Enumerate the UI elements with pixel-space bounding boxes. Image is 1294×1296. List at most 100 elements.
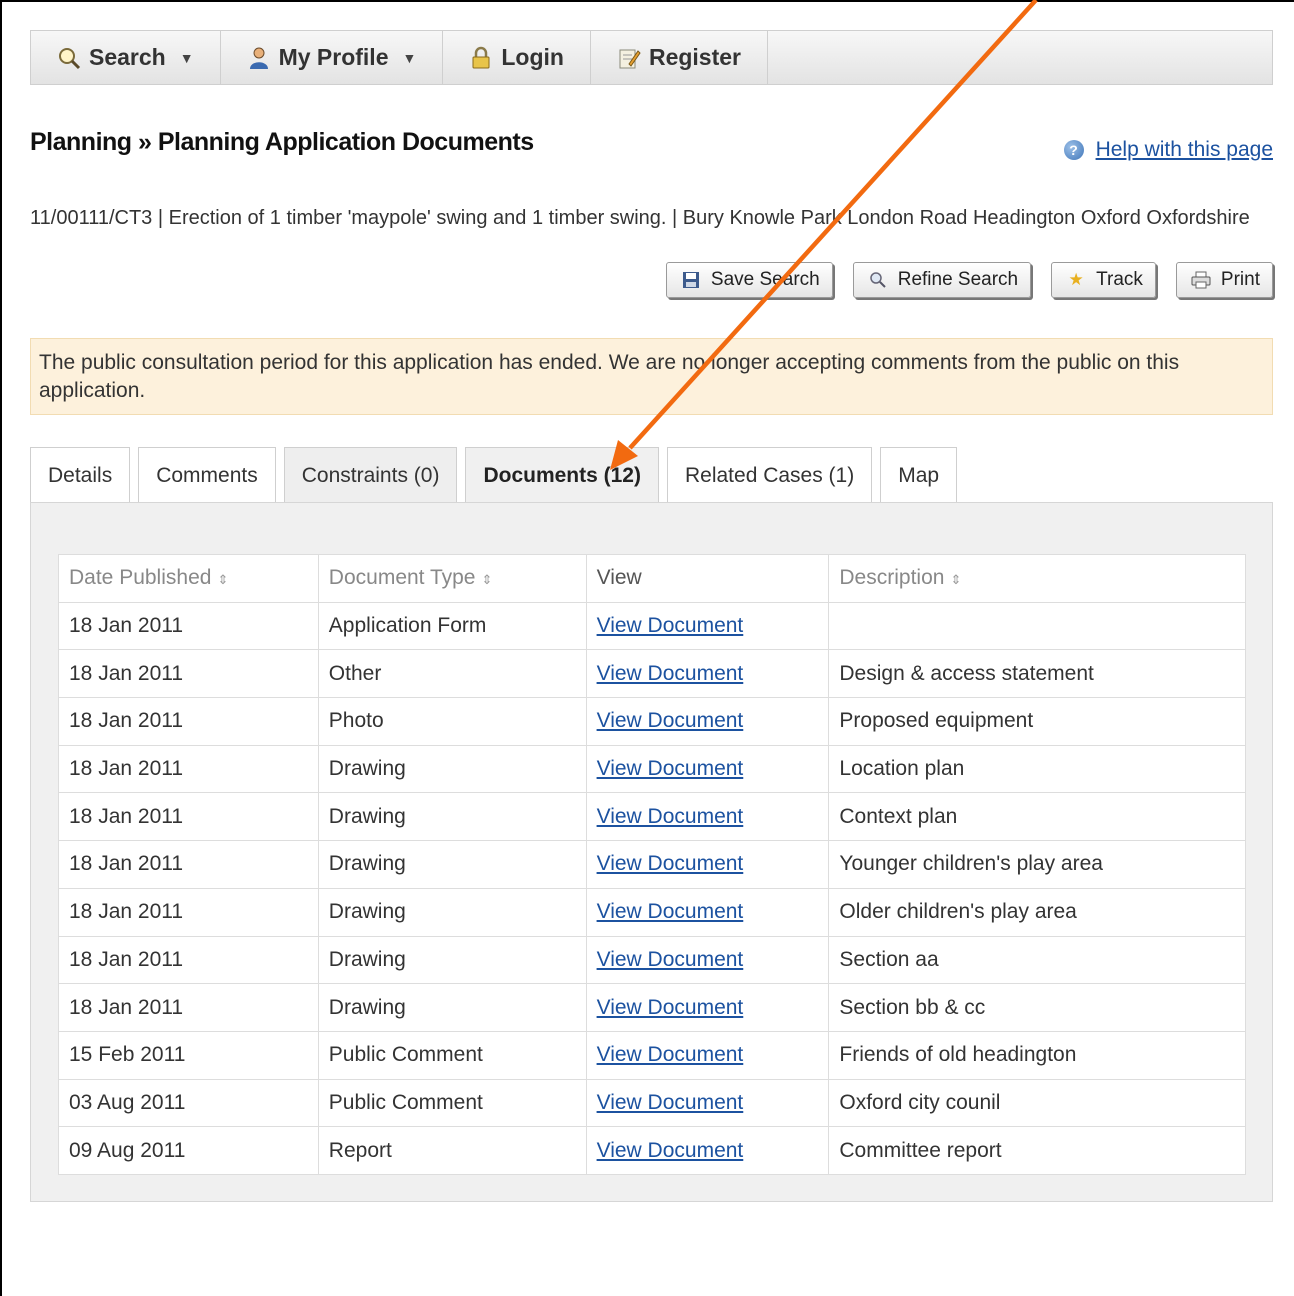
cell-view: View Document (585, 1126, 830, 1175)
nav-my-profile-label: My Profile (278, 44, 389, 70)
nav-login-label: Login (501, 44, 564, 70)
track-button[interactable]: ★ Track (1051, 262, 1156, 298)
table-row: 18 Jan 2011 Other View Document Design & ac… (58, 649, 1246, 699)
cell-date: 18 Jan 2011 (58, 792, 319, 842)
table-row: 09 Aug 2011 Report View Document Committee … (58, 1126, 1246, 1175)
cell-view: View Document (585, 887, 830, 937)
sort-icon: ⇕ (950, 572, 962, 588)
view-document-link[interactable]: View Document (597, 709, 744, 732)
table-row: 18 Jan 2011 Photo View Document Proposed eq… (58, 697, 1246, 746)
cell-description: Committee report (828, 1126, 1246, 1175)
view-document-link[interactable]: View Document (597, 805, 744, 828)
tab-details[interactable]: Details (30, 447, 131, 503)
search-icon (57, 46, 81, 70)
column-header-date[interactable]: Date Published ⇕ (58, 554, 319, 603)
table-row: 18 Jan 2011 Drawing View Document Location … (58, 744, 1246, 794)
table-row: 03 Aug 2011 Public Comment View Document Ox… (58, 1078, 1246, 1128)
star-icon: ★ (1068, 270, 1084, 289)
table-header-row: Date Published ⇕ Document Type ⇕ View Desc… (58, 554, 1246, 603)
tab-related-cases[interactable]: Related Cases (1) (666, 447, 873, 503)
nav-search-label: Search (89, 44, 166, 70)
user-icon (247, 46, 271, 70)
nav-search[interactable]: Search ▼ (31, 31, 221, 84)
column-header-type[interactable]: Document Type ⇕ (317, 554, 587, 603)
cell-document-type: Drawing (317, 840, 587, 889)
track-label: Track (1096, 269, 1143, 290)
table-row: 15 Feb 2011 Public Comment View Document Fr… (58, 1030, 1246, 1080)
lock-icon (469, 46, 493, 70)
documents-panel: Date Published ⇕ Document Type ⇕ View Desc… (30, 502, 1273, 1202)
cell-description: Proposed equipment (828, 697, 1246, 746)
cell-date: 18 Jan 2011 (58, 887, 319, 937)
floppy-disk-icon (679, 268, 703, 292)
cell-document-type: Photo (317, 697, 587, 746)
view-document-link[interactable]: View Document (597, 852, 744, 875)
cell-date: 18 Jan 2011 (58, 935, 319, 985)
cell-date: 03 Aug 2011 (58, 1078, 319, 1128)
nav-register[interactable]: Register (591, 31, 768, 84)
table-row: 18 Jan 2011 Drawing View Document Context p… (58, 792, 1246, 842)
cell-description: Older children's play area (828, 887, 1246, 937)
case-summary: 11/00111/CT3 | Erection of 1 timber 'may… (30, 207, 1250, 229)
view-document-link[interactable]: View Document (597, 996, 744, 1019)
cell-description: Friends of old headington (828, 1030, 1246, 1080)
cell-description: Context plan (828, 792, 1246, 842)
cell-description: Section aa (828, 935, 1246, 985)
printer-icon (1189, 268, 1213, 292)
cell-date: 18 Jan 2011 (58, 744, 319, 794)
tab-documents[interactable]: Documents (12) (465, 447, 659, 503)
view-document-link[interactable]: View Document (597, 614, 744, 637)
cell-description: Section bb & cc (828, 983, 1246, 1032)
documents-table: Date Published ⇕ Document Type ⇕ View Desc… (58, 554, 1246, 1175)
cell-document-type: Report (317, 1126, 587, 1175)
cell-document-type: Drawing (317, 983, 587, 1032)
cell-description: Design & access statement (828, 649, 1246, 699)
table-row: 18 Jan 2011 Application Form View Document (58, 601, 1246, 651)
cell-view: View Document (585, 649, 830, 699)
cell-description: Oxford city counil (828, 1078, 1246, 1128)
tab-constraints[interactable]: Constraints (0) (283, 447, 458, 503)
cell-view: View Document (585, 983, 830, 1032)
chevron-down-icon: ▼ (179, 49, 194, 66)
description-header-label: Description (839, 566, 945, 590)
cell-date: 15 Feb 2011 (58, 1030, 319, 1080)
cell-document-type: Application Form (317, 601, 587, 651)
cell-date: 18 Jan 2011 (58, 840, 319, 889)
save-search-button[interactable]: Save Search (665, 262, 833, 298)
view-document-link[interactable]: View Document (597, 1139, 744, 1162)
table-row: 18 Jan 2011 Drawing View Document Section a… (58, 935, 1246, 985)
help-link-group: ? Help with this page (1063, 138, 1273, 162)
cell-date: 18 Jan 2011 (58, 601, 319, 651)
cell-view: View Document (585, 1078, 830, 1128)
cell-view: View Document (585, 697, 830, 746)
view-document-link[interactable]: View Document (597, 948, 744, 971)
nav-register-label: Register (648, 44, 741, 70)
cell-document-type: Drawing (317, 792, 587, 842)
cell-document-type: Public Comment (317, 1030, 587, 1080)
magnifier-icon (866, 268, 890, 292)
cell-view: View Document (585, 935, 830, 985)
view-document-link[interactable]: View Document (597, 1091, 744, 1114)
tab-map[interactable]: Map (880, 447, 958, 503)
chevron-down-icon: ▼ (402, 49, 417, 66)
cell-view: View Document (585, 744, 830, 794)
print-button[interactable]: Print (1175, 262, 1273, 298)
column-header-description[interactable]: Description ⇕ (828, 554, 1246, 603)
tab-comments[interactable]: Comments (138, 447, 276, 503)
table-row: 18 Jan 2011 Drawing View Document Younger c… (58, 840, 1246, 889)
refine-search-button[interactable]: Refine Search (852, 262, 1032, 298)
cell-document-type: Other (317, 649, 587, 699)
cell-date: 18 Jan 2011 (58, 649, 319, 699)
view-document-link[interactable]: View Document (597, 662, 744, 685)
nav-login[interactable]: Login (443, 31, 591, 84)
view-document-link[interactable]: View Document (597, 900, 744, 923)
cell-description: Younger children's play area (828, 840, 1246, 889)
view-document-link[interactable]: View Document (597, 1043, 744, 1066)
consultation-notice: The public consultation period for this … (30, 338, 1273, 415)
sort-icon: ⇕ (481, 572, 493, 588)
nav-my-profile[interactable]: My Profile ▼ (221, 31, 444, 84)
table-row: 18 Jan 2011 Drawing View Document Older chi… (58, 887, 1246, 937)
view-document-link[interactable]: View Document (597, 757, 744, 780)
help-link[interactable]: Help with this page (1096, 138, 1273, 162)
cell-view: View Document (585, 1030, 830, 1080)
